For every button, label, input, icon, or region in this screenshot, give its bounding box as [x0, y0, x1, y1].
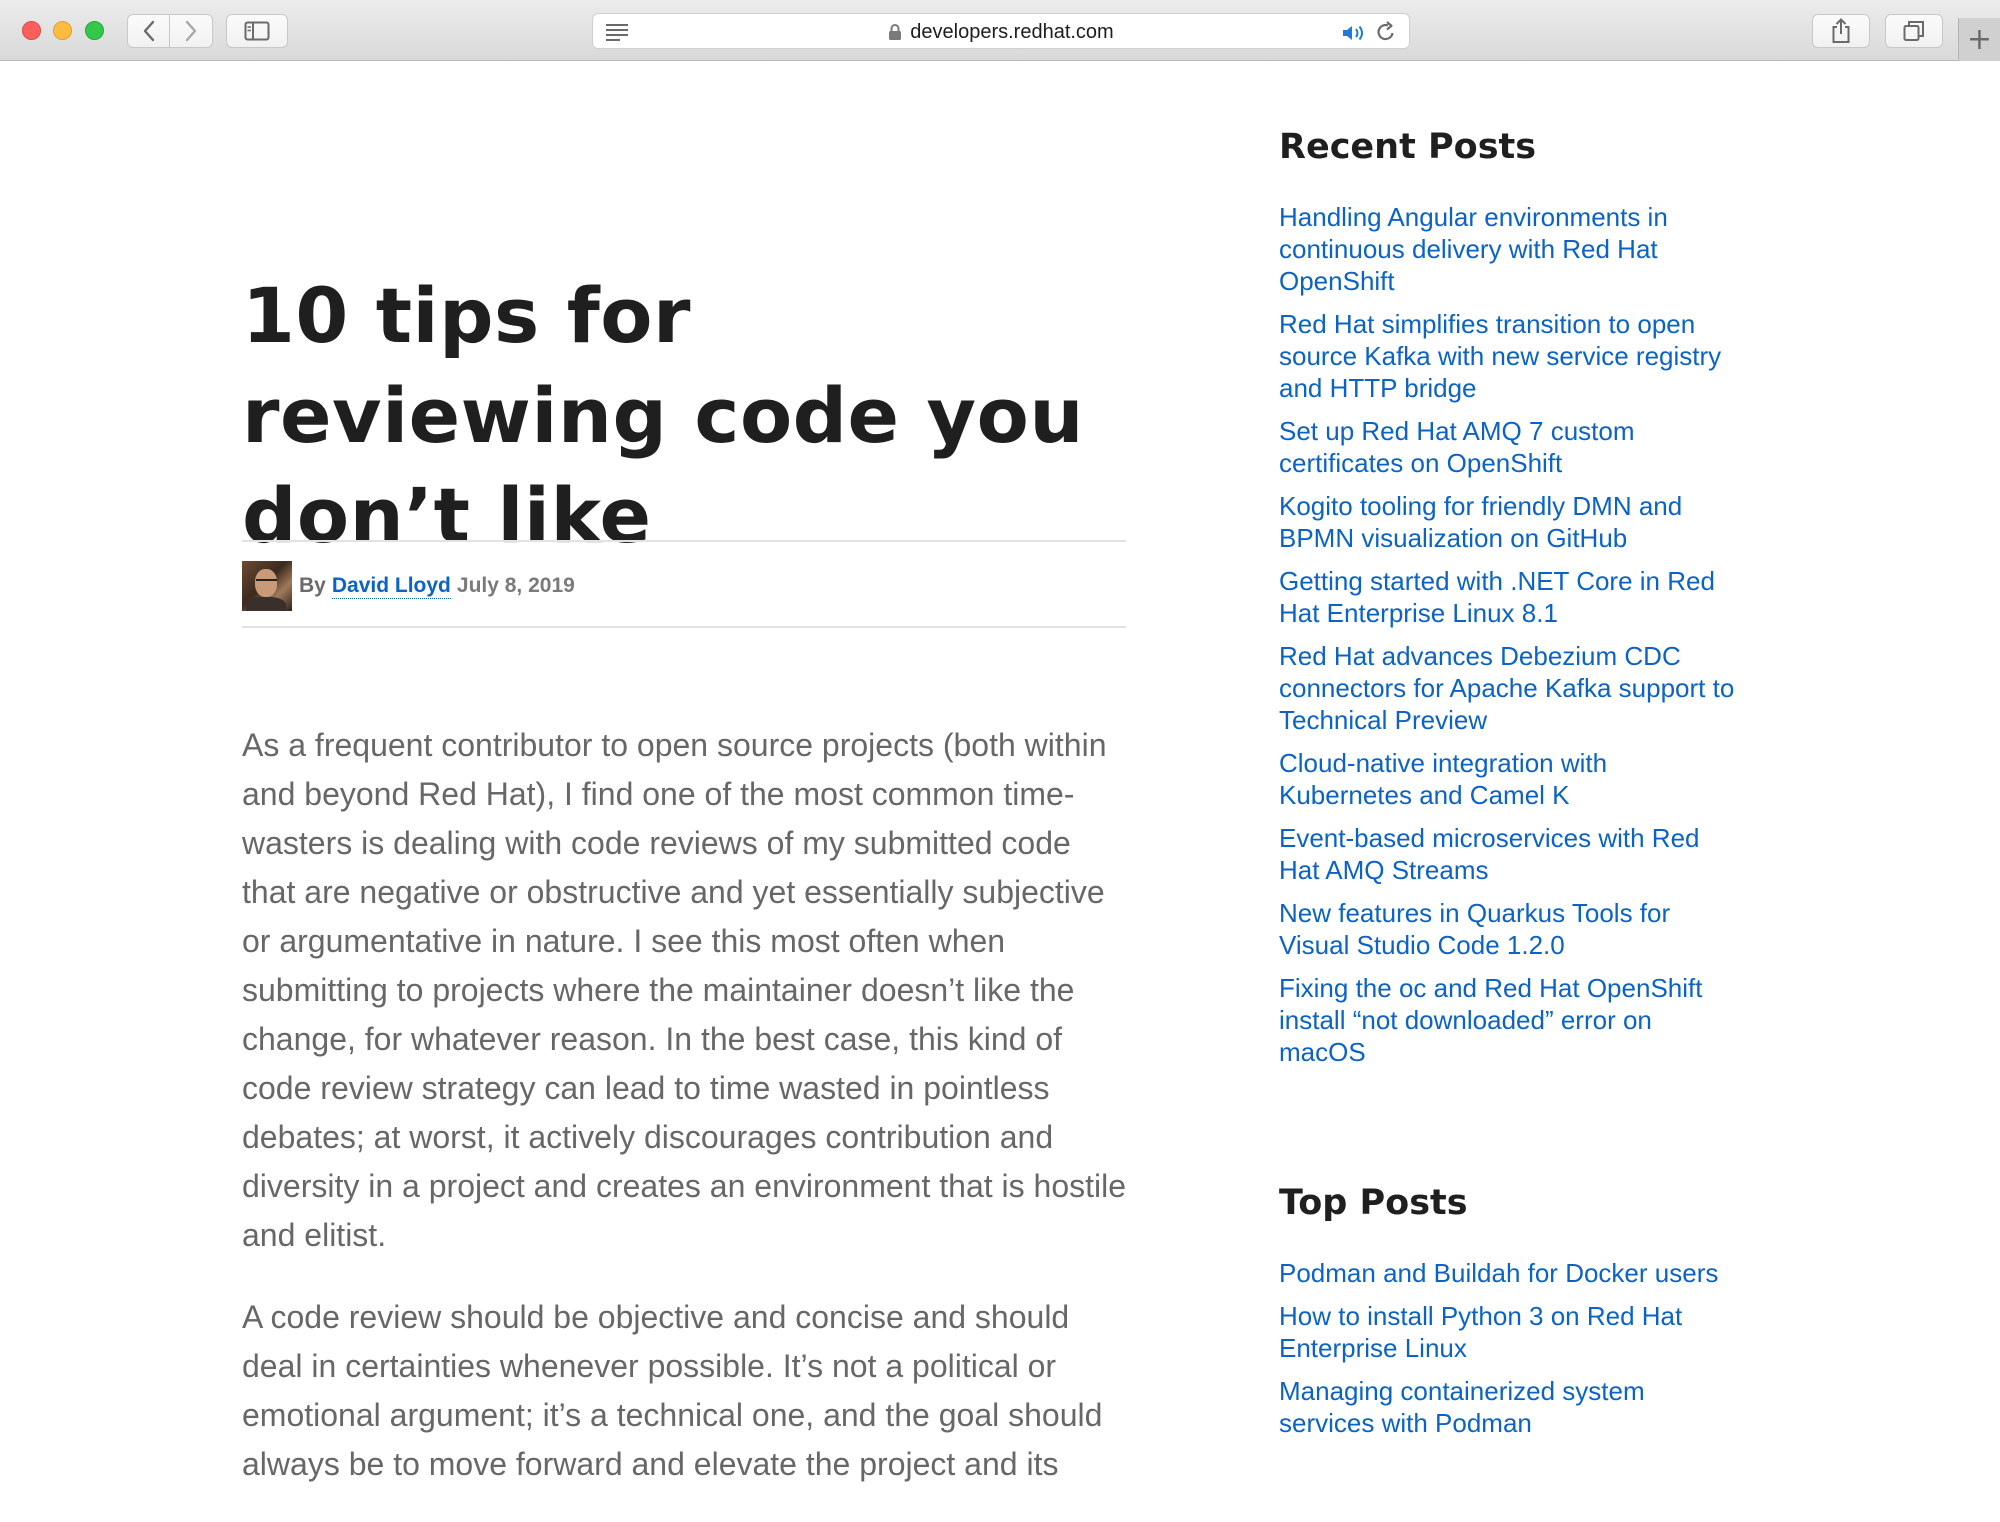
recent-post-link[interactable]: Cloud-native integration with Kubernetes… [1279, 747, 1739, 811]
speaker-icon[interactable] [1341, 23, 1367, 43]
show-all-tabs-button[interactable] [1885, 14, 1943, 48]
recent-posts-heading: Recent Posts [1279, 127, 1537, 167]
url-text: developers.redhat.com [910, 20, 1114, 43]
list-item: How to install Python 3 on Red Hat Enter… [1279, 1300, 1749, 1364]
tabs-overview-icon [1903, 21, 1924, 41]
recent-post-link[interactable]: Red Hat simplifies transition to open so… [1279, 308, 1739, 404]
lock-icon [889, 24, 902, 40]
byline-divider-top [242, 540, 1126, 542]
list-item: Fixing the oc and Red Hat OpenShift inst… [1279, 972, 1749, 1068]
recent-post-link[interactable]: Handling Angular environments in continu… [1279, 201, 1739, 297]
reload-icon[interactable] [1375, 21, 1397, 43]
list-item: Set up Red Hat AMQ 7 custom certificates… [1279, 415, 1749, 479]
top-post-link[interactable]: How to install Python 3 on Red Hat Enter… [1279, 1300, 1739, 1364]
article-paragraph: A code review should be objective and co… [242, 1299, 1103, 1482]
recent-post-link[interactable]: New features in Quarkus Tools for Visual… [1279, 897, 1739, 961]
recent-posts-list: Handling Angular environments in continu… [1279, 201, 1749, 1079]
top-post-link[interactable]: Managing containerized system services w… [1279, 1375, 1739, 1439]
browser-toolbar: developers.redhat.com + [0, 0, 2000, 61]
forward-button[interactable] [170, 15, 212, 47]
recent-post-link[interactable]: Getting started with .NET Core in Red Ha… [1279, 565, 1739, 629]
article-paragraph: As a frequent contributor to open source… [242, 727, 1127, 1253]
article-title: 10 tips for reviewing code you don’t lik… [242, 271, 1084, 560]
list-item: Event-based microservices with Red Hat A… [1279, 822, 1749, 886]
byline-prefix: By [299, 574, 326, 597]
top-post-link[interactable]: Podman and Buildah for Docker users [1279, 1257, 1739, 1289]
author-link[interactable]: David Lloyd [331, 574, 451, 599]
byline: By David Lloyd July 8, 2019 [242, 561, 1126, 611]
sidebar-icon [244, 21, 270, 41]
top-posts-heading: Top Posts [1279, 1183, 1468, 1223]
url-display: developers.redhat.com [593, 14, 1409, 50]
zoom-window-button[interactable] [85, 21, 104, 40]
recent-post-link[interactable]: Set up Red Hat AMQ 7 custom certificates… [1279, 415, 1739, 479]
address-bar[interactable]: developers.redhat.com [592, 13, 1410, 49]
close-window-button[interactable] [22, 21, 41, 40]
list-item: Podman and Buildah for Docker users [1279, 1257, 1749, 1289]
author-avatar[interactable] [242, 561, 292, 611]
recent-post-link[interactable]: Event-based microservices with Red Hat A… [1279, 822, 1739, 886]
share-button[interactable] [1812, 14, 1870, 48]
list-item: Kogito tooling for friendly DMN and BPMN… [1279, 490, 1749, 554]
list-item: Red Hat simplifies transition to open so… [1279, 308, 1749, 404]
article-body: As a frequent contributor to open source… [242, 721, 1126, 1522]
minimize-window-button[interactable] [53, 21, 72, 40]
list-item: Red Hat advances Debezium CDC connectors… [1279, 640, 1749, 736]
history-navigation [127, 14, 213, 48]
publish-date: July 8, 2019 [456, 574, 575, 597]
list-item: Handling Angular environments in continu… [1279, 201, 1749, 297]
recent-post-link[interactable]: Fixing the oc and Red Hat OpenShift inst… [1279, 972, 1739, 1068]
recent-post-link[interactable]: Kogito tooling for friendly DMN and BPMN… [1279, 490, 1739, 554]
list-item: Managing containerized system services w… [1279, 1375, 1749, 1439]
back-button[interactable] [128, 15, 171, 47]
recent-post-link[interactable]: Red Hat advances Debezium CDC connectors… [1279, 640, 1739, 736]
show-sidebar-button[interactable] [226, 14, 288, 48]
list-item: Getting started with .NET Core in Red Ha… [1279, 565, 1749, 629]
share-icon [1832, 18, 1850, 43]
top-posts-list: Podman and Buildah for Docker users How … [1279, 1257, 1749, 1450]
list-item: New features in Quarkus Tools for Visual… [1279, 897, 1749, 961]
chevron-left-icon [143, 20, 154, 42]
new-tab-button[interactable]: + [1958, 18, 2000, 61]
chevron-right-icon [185, 20, 197, 42]
byline-divider-bottom [242, 626, 1126, 628]
list-item: Cloud-native integration with Kubernetes… [1279, 747, 1749, 811]
